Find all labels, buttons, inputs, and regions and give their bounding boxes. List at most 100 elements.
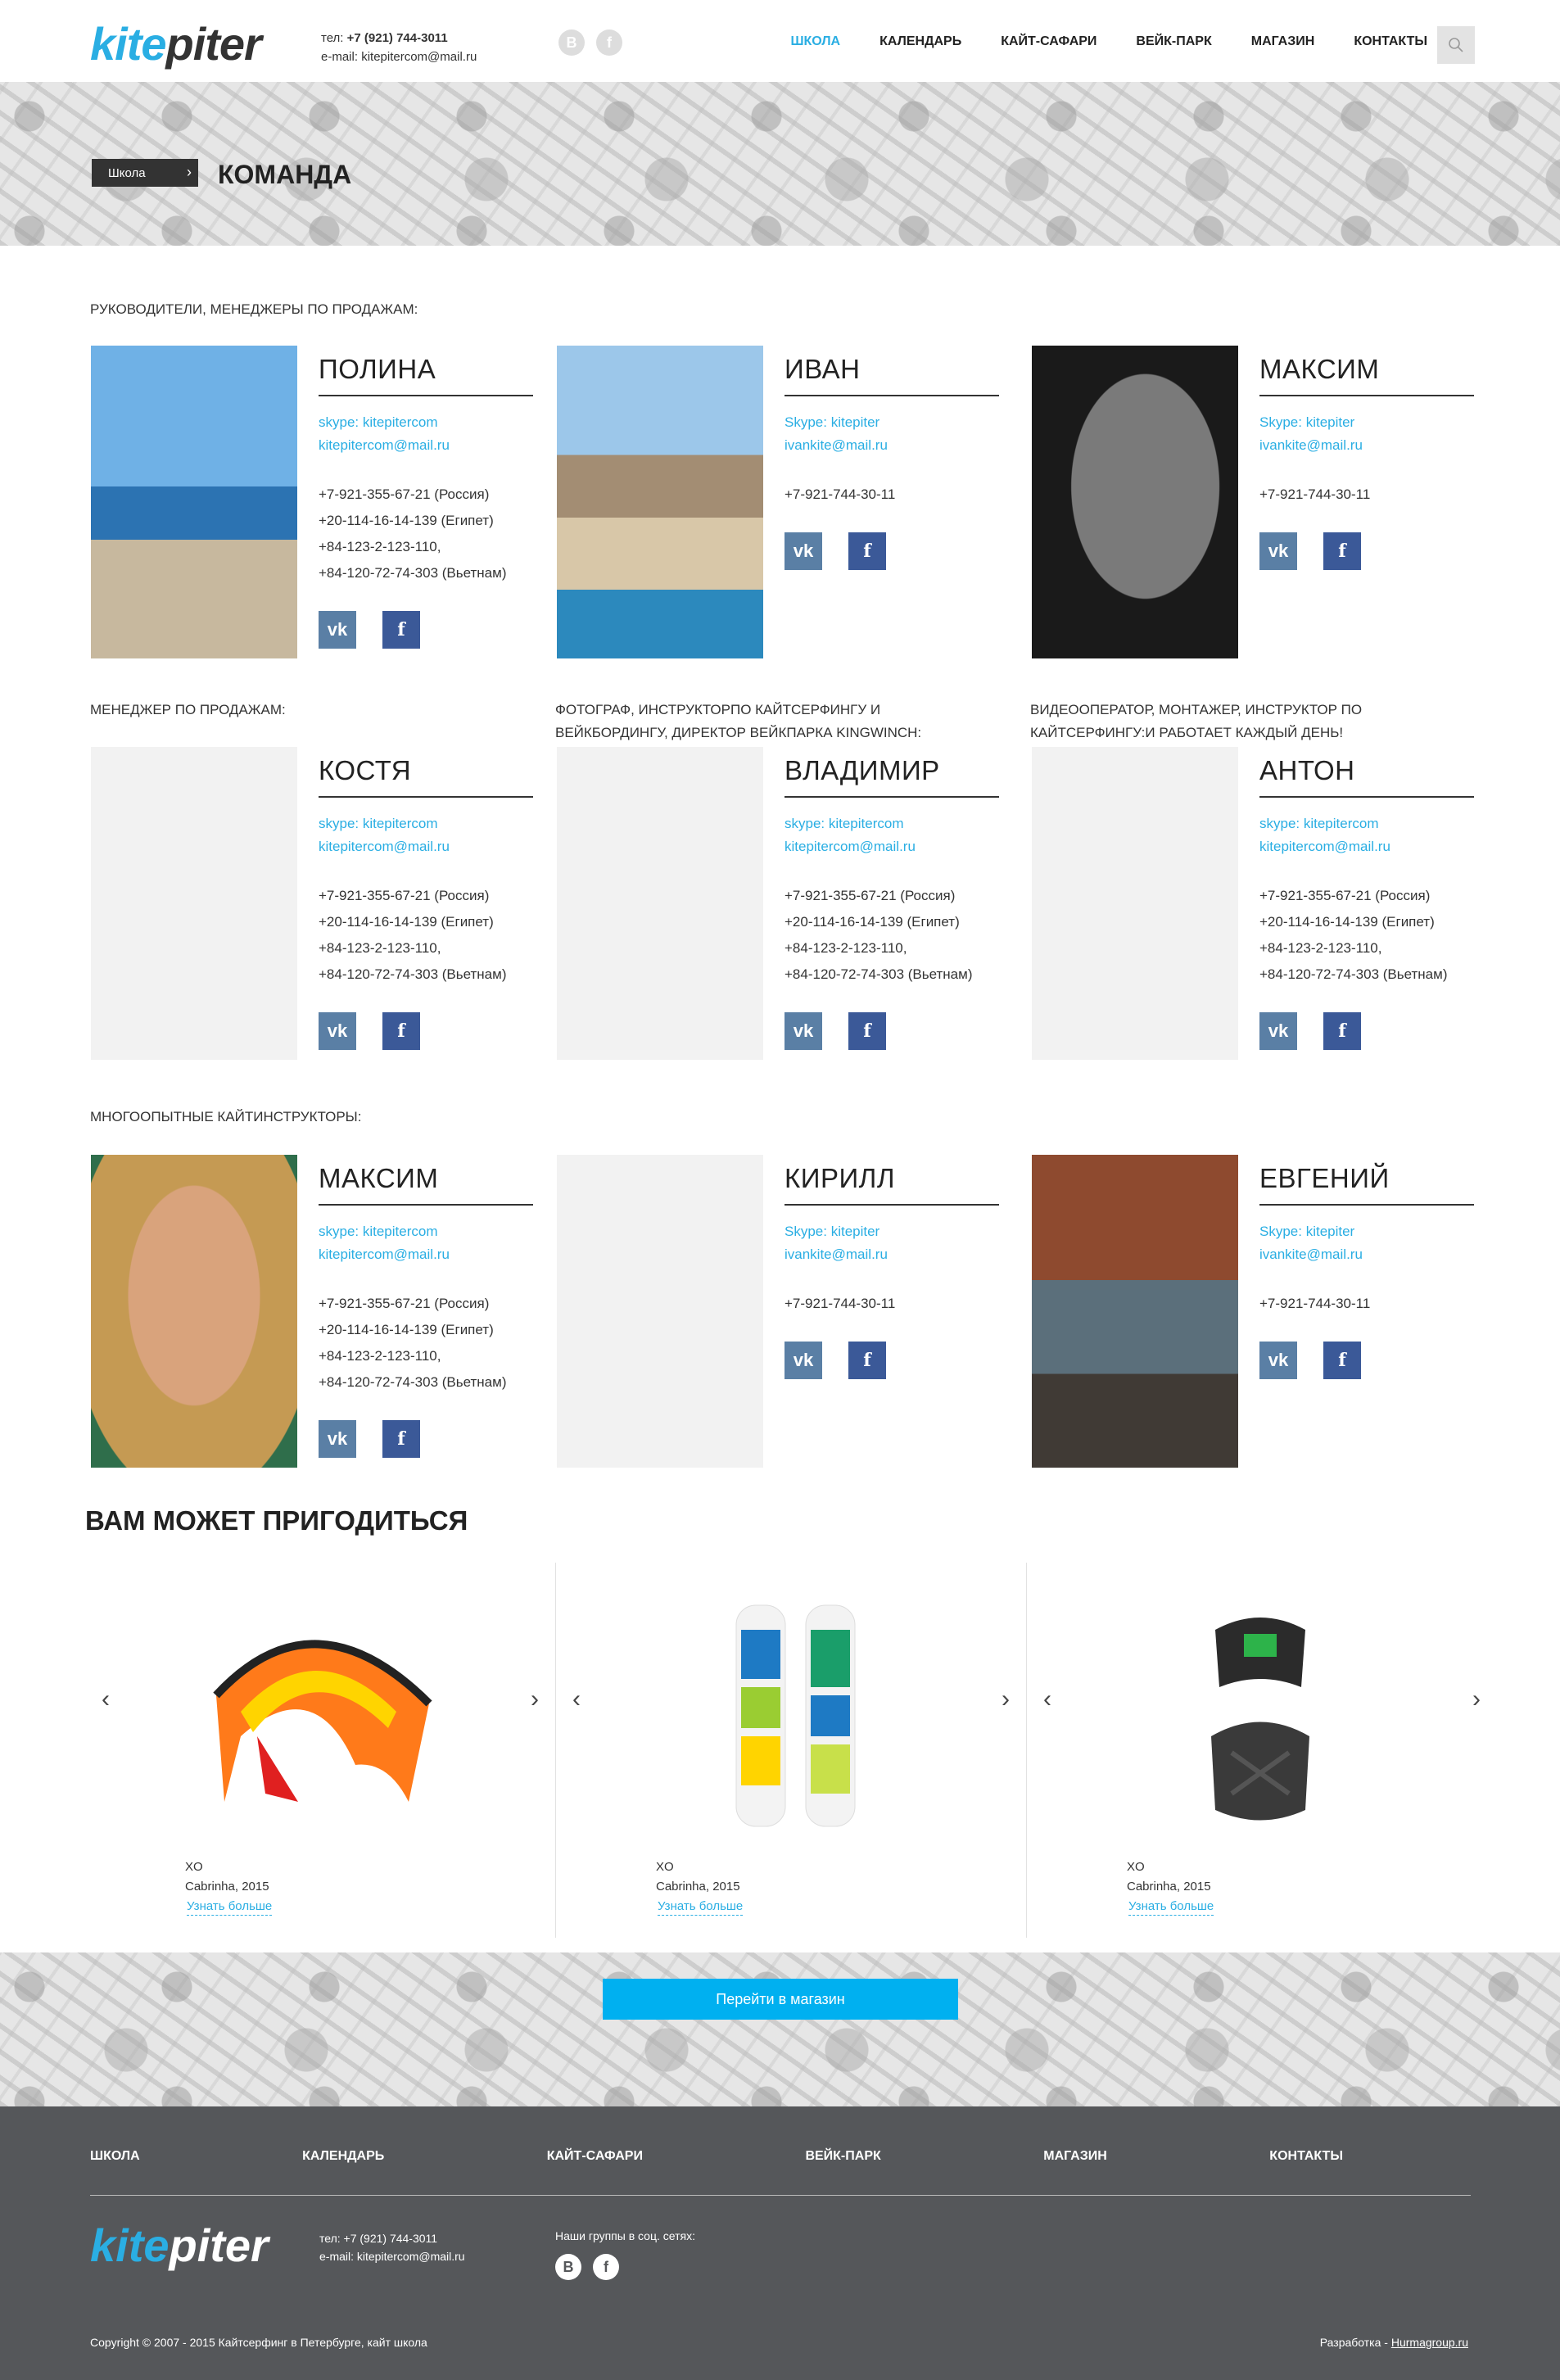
learn-more-link[interactable]: Узнать больше [658, 1898, 744, 1916]
member-phone: +84-120-72-74-303 (Вьетнам) [319, 1374, 507, 1390]
vk-icon[interactable]: vk [1259, 532, 1297, 570]
facebook-icon[interactable]: f [1323, 1012, 1361, 1050]
site-footer: ШКОЛА КАЛЕНДАРЬ КАЙТ-САФАРИ ВЕЙК-ПАРК МА… [0, 2106, 1560, 2380]
footer-nav-calendar[interactable]: КАЛЕНДАРЬ [302, 2149, 384, 2164]
facebook-icon[interactable]: f [848, 1012, 886, 1050]
footer-nav-school[interactable]: ШКОЛА [90, 2149, 140, 2164]
member-email[interactable]: kitepitercom@mail.ru [319, 434, 533, 457]
member-photo [1032, 346, 1238, 658]
product-name: XO [185, 1860, 203, 1874]
footer-nav-kite-safari[interactable]: КАЙТ-САФАРИ [547, 2149, 643, 2164]
member-skype[interactable]: skype: kitepitercom [319, 411, 533, 434]
title-band: Школа › КОМАНДА [0, 82, 1560, 246]
go-to-shop-button[interactable]: Перейти в магазин [603, 1979, 958, 2020]
member-skype[interactable]: Skype: kitepiter [785, 1220, 999, 1243]
kite-icon [213, 1640, 432, 1802]
member-photo-placeholder [1032, 747, 1238, 1060]
member-name: АНТОН [1259, 747, 1474, 798]
search-icon [1449, 38, 1463, 52]
facebook-icon[interactable]: f [382, 1420, 420, 1458]
facebook-icon[interactable]: f [1323, 1342, 1361, 1379]
phone-label: тел: [321, 31, 344, 45]
team-card: МАКСИМ Skype: kitepiter ivankite@mail.ru … [1032, 346, 1490, 658]
main-nav: ШКОЛА КАЛЕНДАРЬ КАЙТ-САФАРИ ВЕЙК-ПАРК МА… [790, 34, 1427, 49]
vk-icon[interactable]: В [555, 2254, 581, 2280]
member-skype[interactable]: skype: kitepitercom [319, 1220, 533, 1243]
vk-icon[interactable]: vk [319, 611, 356, 649]
member-phone: +20-114-16-14-139 (Египет) [319, 513, 494, 528]
member-email[interactable]: ivankite@mail.ru [1259, 1243, 1474, 1266]
header-social: В f [558, 29, 622, 56]
site-logo[interactable]: kitepiter [90, 21, 262, 67]
facebook-icon[interactable]: f [596, 29, 622, 56]
facebook-icon[interactable]: f [848, 532, 886, 570]
vk-icon[interactable]: vk [785, 532, 822, 570]
developer-link[interactable]: Hurmagroup.ru [1391, 2336, 1468, 2349]
vk-icon[interactable]: В [558, 29, 585, 56]
member-skype[interactable]: Skype: kitepiter [1259, 411, 1474, 434]
chevron-left-icon[interactable]: ‹ [1043, 1685, 1051, 1713]
product-brand: Cabrinha, 2015 [185, 1880, 269, 1894]
facebook-icon[interactable]: f [382, 611, 420, 649]
member-phone: +20-114-16-14-139 (Египет) [1259, 914, 1435, 930]
footer-nav-contacts[interactable]: КОНТАКТЫ [1269, 2149, 1343, 2164]
breadcrumb[interactable]: Школа › [92, 159, 198, 187]
nav-school[interactable]: ШКОЛА [790, 34, 840, 49]
footer-nav-wake-park[interactable]: ВЕЙК-ПАРК [805, 2149, 880, 2164]
member-skype[interactable]: Skype: kitepiter [785, 411, 999, 434]
member-skype[interactable]: Skype: kitepiter [1259, 1220, 1474, 1243]
nav-calendar[interactable]: КАЛЕНДАРЬ [879, 34, 961, 49]
facebook-icon[interactable]: f [848, 1342, 886, 1379]
chevron-right-icon[interactable]: › [1002, 1685, 1010, 1713]
member-email[interactable]: kitepitercom@mail.ru [785, 835, 999, 858]
footer-email[interactable]: e-mail: kitepitercom@mail.ru [319, 2247, 465, 2265]
member-name: КОСТЯ [319, 747, 533, 798]
vk-icon[interactable]: vk [319, 1420, 356, 1458]
header-phone[interactable]: +7 (921) 744-3011 [347, 31, 448, 45]
vk-icon[interactable]: vk [1259, 1342, 1297, 1379]
member-phone: +7-921-744-30-11 [785, 1296, 896, 1311]
learn-more-link[interactable]: Узнать больше [1128, 1898, 1214, 1916]
member-email[interactable]: kitepitercom@mail.ru [319, 1243, 533, 1266]
member-email[interactable]: ivankite@mail.ru [785, 434, 999, 457]
footer-nav-shop[interactable]: МАГАЗИН [1043, 2149, 1107, 2164]
product-carousels: ‹ › XO Cabrinha, 2015 Узнать больше ‹ › … [85, 1563, 1497, 1938]
facebook-icon[interactable]: f [382, 1012, 420, 1050]
vk-icon[interactable]: vk [785, 1342, 822, 1379]
footer-logo[interactable]: kitepiter [90, 2223, 269, 2269]
member-photo-placeholder [557, 1155, 763, 1468]
vk-icon[interactable]: vk [319, 1012, 356, 1050]
member-email[interactable]: ivankite@mail.ru [785, 1243, 999, 1266]
member-phone: +84-120-72-74-303 (Вьетнам) [1259, 966, 1448, 982]
search-button[interactable] [1437, 26, 1475, 64]
nav-shop[interactable]: МАГАЗИН [1251, 34, 1315, 49]
member-phone: +7-921-355-67-21 (Россия) [319, 888, 490, 903]
nav-kite-safari[interactable]: КАЙТ-САФАРИ [1001, 34, 1097, 49]
site-header: kitepiter тел: +7 (921) 744-3011 e-mail:… [0, 0, 1560, 82]
nav-contacts[interactable]: КОНТАКТЫ [1354, 34, 1427, 49]
learn-more-link[interactable]: Узнать больше [187, 1898, 273, 1916]
member-photo [91, 346, 297, 658]
vk-icon[interactable]: vk [1259, 1012, 1297, 1050]
chevron-right-icon[interactable]: › [531, 1685, 539, 1713]
member-phone: +7-921-355-67-21 (Россия) [785, 888, 956, 903]
chevron-right-icon: › [187, 164, 192, 180]
facebook-icon[interactable]: f [1323, 532, 1361, 570]
header-email[interactable]: kitepitercom@mail.ru [361, 50, 477, 64]
member-skype[interactable]: skype: kitepitercom [785, 812, 999, 835]
member-name: КИРИЛЛ [785, 1155, 999, 1206]
member-email[interactable]: kitepitercom@mail.ru [319, 835, 533, 858]
chevron-left-icon[interactable]: ‹ [102, 1685, 110, 1713]
member-email[interactable]: ivankite@mail.ru [1259, 434, 1474, 457]
footer-phone[interactable]: тел: +7 (921) 744-3011 [319, 2229, 465, 2247]
chevron-right-icon[interactable]: › [1472, 1685, 1481, 1713]
nav-wake-park[interactable]: ВЕЙК-ПАРК [1136, 34, 1211, 49]
harness-icon [1211, 1618, 1309, 1821]
chevron-left-icon[interactable]: ‹ [572, 1685, 581, 1713]
member-skype[interactable]: skype: kitepitercom [1259, 812, 1474, 835]
member-skype[interactable]: skype: kitepitercom [319, 812, 533, 835]
vk-icon[interactable]: vk [785, 1012, 822, 1050]
facebook-icon[interactable]: f [593, 2254, 619, 2280]
member-email[interactable]: kitepitercom@mail.ru [1259, 835, 1474, 858]
copyright: Copyright © 2007 - 2015 Кайтсерфинг в Пе… [90, 2336, 427, 2349]
